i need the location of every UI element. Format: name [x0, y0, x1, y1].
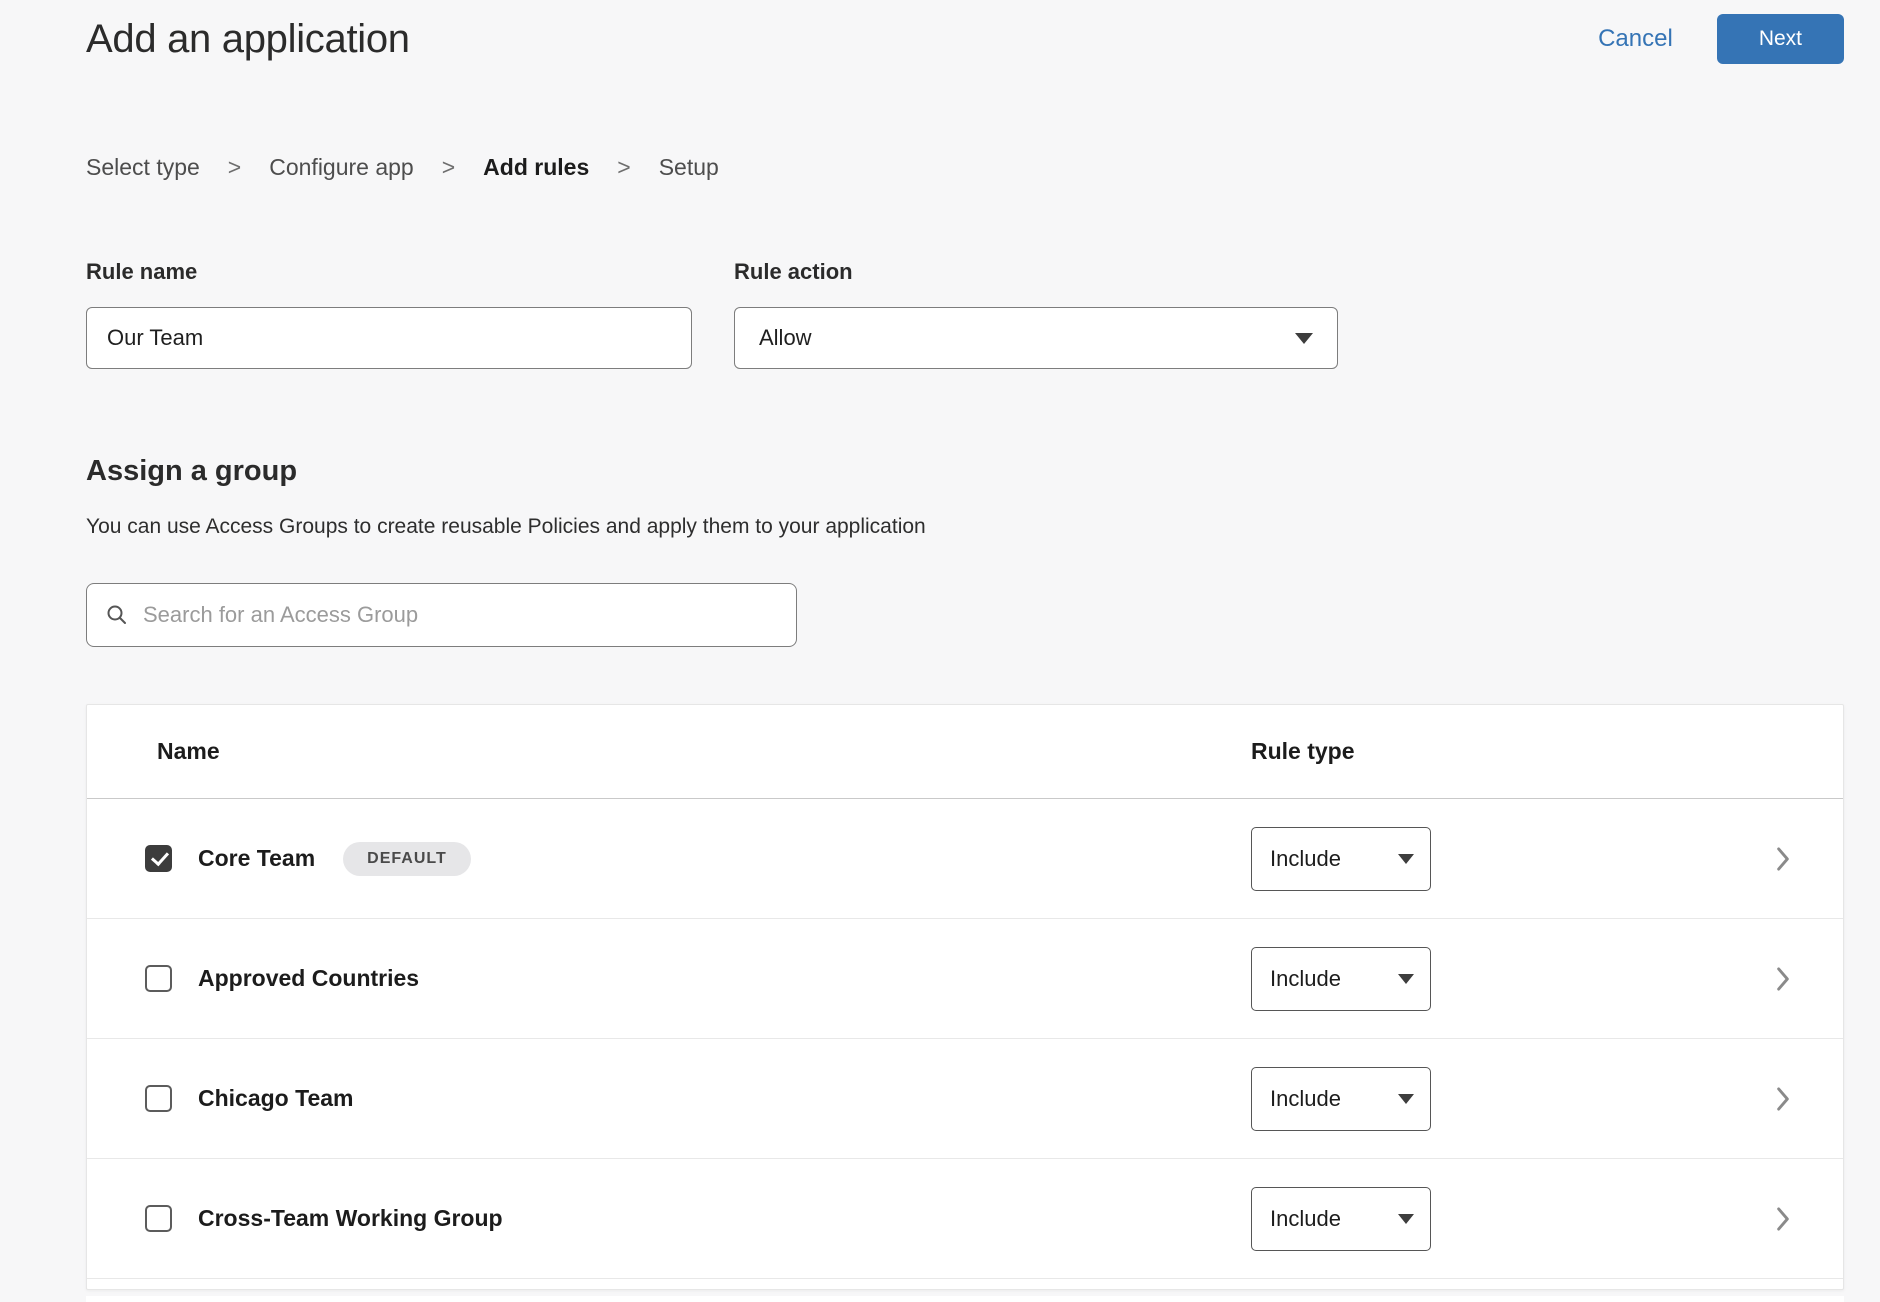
caret-down-icon: [1398, 854, 1414, 864]
add-application-page: Add an application Cancel Next Select ty…: [0, 0, 1880, 1302]
caret-down-icon: [1295, 333, 1313, 344]
table-header: Name Rule type: [87, 705, 1843, 799]
cancel-button[interactable]: Cancel: [1598, 25, 1673, 53]
table-row: Approved Countries Include: [87, 919, 1843, 1039]
search-icon: [105, 603, 129, 627]
page-title: Add an application: [86, 17, 410, 62]
rule-action-select[interactable]: Allow: [734, 307, 1338, 369]
step-setup[interactable]: Setup: [659, 154, 719, 181]
group-name: Core Team: [198, 845, 315, 872]
group-name: Approved Countries: [198, 965, 419, 992]
rule-action-field: Rule action Allow: [734, 259, 1338, 369]
caret-down-icon: [1398, 1214, 1414, 1224]
table-row: Chicago Team Include: [87, 1039, 1843, 1159]
rule-type-value: Include: [1270, 846, 1341, 872]
step-add-rules[interactable]: Add rules: [483, 154, 589, 181]
rule-type-value: Include: [1270, 1086, 1341, 1112]
chevron-right-icon[interactable]: [1775, 1206, 1791, 1232]
chevron-right-icon[interactable]: [1775, 1086, 1791, 1112]
rule-type-select[interactable]: Include: [1251, 947, 1431, 1011]
caret-down-icon: [1398, 1094, 1414, 1104]
top-bar: Add an application Cancel Next: [0, 0, 1880, 64]
rule-name-label: Rule name: [86, 259, 692, 285]
row-main: Approved Countries: [145, 965, 1251, 992]
table-row: Core Team DEFAULT Include: [87, 799, 1843, 919]
row-main: Core Team DEFAULT: [145, 842, 1251, 876]
caret-down-icon: [1398, 974, 1414, 984]
row-checkbox[interactable]: [145, 1205, 172, 1232]
top-bar-actions: Cancel Next: [1598, 14, 1844, 64]
step-configure-app[interactable]: Configure app: [269, 154, 414, 181]
access-group-search: [86, 583, 797, 647]
rule-type-value: Include: [1270, 1206, 1341, 1232]
row-checkbox[interactable]: [145, 965, 172, 992]
rule-type-value: Include: [1270, 966, 1341, 992]
step-select-type[interactable]: Select type: [86, 154, 200, 181]
rule-name-input[interactable]: [86, 307, 692, 369]
row-checkbox[interactable]: [145, 1085, 172, 1112]
rule-type-select[interactable]: Include: [1251, 1187, 1431, 1251]
default-badge: DEFAULT: [343, 842, 471, 876]
breadcrumb-separator: >: [228, 154, 241, 181]
search-input[interactable]: [143, 602, 778, 628]
rule-name-field: Rule name: [86, 259, 692, 369]
column-header-name: Name: [157, 738, 1251, 765]
rule-action-value: Allow: [759, 325, 812, 351]
chevron-right-icon[interactable]: [1775, 846, 1791, 872]
breadcrumb: Select type > Configure app > Add rules …: [86, 154, 1880, 181]
row-checkbox[interactable]: [145, 845, 172, 872]
next-button[interactable]: Next: [1717, 14, 1844, 64]
row-main: Chicago Team: [145, 1085, 1251, 1112]
column-header-rule-type: Rule type: [1251, 738, 1355, 765]
rule-type-select[interactable]: Include: [1251, 1067, 1431, 1131]
group-name: Chicago Team: [198, 1085, 354, 1112]
group-name: Cross-Team Working Group: [198, 1205, 503, 1232]
table-row: Cross-Team Working Group Include: [87, 1159, 1843, 1279]
rule-type-select[interactable]: Include: [1251, 827, 1431, 891]
chevron-right-icon[interactable]: [1775, 966, 1791, 992]
rule-form: Rule name Rule action Allow: [86, 259, 1880, 369]
assign-group-heading: Assign a group: [86, 454, 1880, 488]
next-row-partial: [86, 1296, 1844, 1302]
access-groups-table: Name Rule type Core Team DEFAULT Include…: [86, 704, 1844, 1290]
breadcrumb-separator: >: [442, 154, 455, 181]
assign-group-description: You can use Access Groups to create reus…: [86, 515, 1880, 539]
breadcrumb-separator: >: [617, 154, 630, 181]
row-main: Cross-Team Working Group: [145, 1205, 1251, 1232]
rule-action-label: Rule action: [734, 259, 1338, 285]
